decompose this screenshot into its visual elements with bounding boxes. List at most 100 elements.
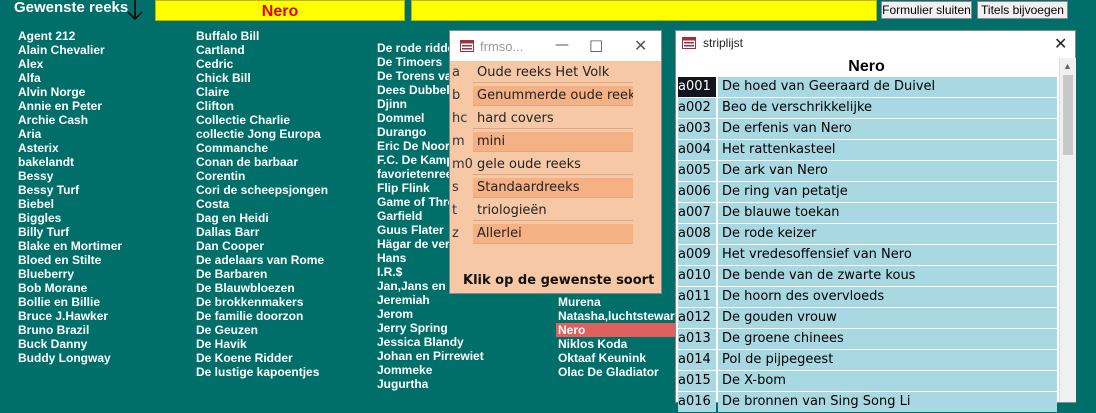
list-row[interactable]: a001 De hoed van Geeraard de Duivel (678, 77, 1057, 98)
close-icon[interactable]: ✕ (1054, 34, 1067, 53)
sort-option-label[interactable]: gele oude reeks (473, 155, 633, 175)
close-form-button[interactable]: Formulier sluiten (881, 1, 972, 19)
album-title[interactable]: Pol de pijpegeest (718, 350, 1057, 370)
series-item[interactable]: Blake en Mortimer (18, 239, 122, 253)
list-row[interactable]: a005 De ark van Nero (678, 161, 1057, 182)
series-item[interactable]: De adelaars van Rome (196, 253, 328, 267)
series-item[interactable]: Cedric (196, 57, 328, 71)
series-item[interactable]: Bruce J.Hawker (18, 309, 122, 323)
sort-option-label[interactable]: triologieën (473, 201, 633, 221)
series-item[interactable]: Jerom (377, 307, 522, 321)
series-item[interactable]: Dan Cooper (196, 239, 328, 253)
series-item[interactable]: Bessy Turf (18, 183, 122, 197)
album-code[interactable]: a008 (678, 224, 716, 244)
series-item[interactable]: Jerry Spring (377, 321, 522, 335)
series-item[interactable]: Alain Chevalier (18, 43, 122, 57)
series-item[interactable]: De brokkenmakers (196, 295, 328, 309)
sort-option[interactable]: m mini (450, 132, 661, 153)
series-item[interactable]: Buffalo Bill (196, 29, 328, 43)
series-item[interactable]: Asterix (18, 141, 122, 155)
series-item[interactable]: Buck Danny (18, 337, 122, 351)
series-item[interactable]: Dallas Barr (196, 225, 328, 239)
series-item[interactable]: Jessica Blandy (377, 335, 522, 349)
series-item[interactable]: Costa (196, 197, 328, 211)
album-code[interactable]: a005 (678, 161, 716, 181)
series-item[interactable]: Agent 212 (18, 29, 122, 43)
empty-field[interactable] (411, 0, 877, 21)
series-item[interactable]: De Barbaren (196, 267, 328, 281)
series-item[interactable]: Alfa (18, 71, 122, 85)
sort-option[interactable]: m0 gele oude reeks (450, 155, 661, 176)
album-code[interactable]: a009 (678, 245, 716, 265)
album-code[interactable]: a010 (678, 266, 716, 286)
list-row[interactable]: a007 De blauwe toekan (678, 203, 1057, 224)
series-item[interactable]: Bloed en Stilte (18, 253, 122, 267)
sort-option-label[interactable]: hard covers (473, 109, 633, 129)
series-item[interactable]: Cartland (196, 43, 328, 57)
series-item[interactable]: Jommeke (377, 363, 522, 377)
series-item[interactable]: De Koene Ridder (196, 351, 328, 365)
list-row[interactable]: a008 De rode keizer (678, 224, 1057, 245)
series-item[interactable]: Biggles (18, 211, 122, 225)
album-title[interactable]: De erfenis van Nero (718, 119, 1057, 139)
series-item[interactable]: Jeremiah (377, 293, 522, 307)
list-row[interactable]: a011 De hoorn des overvloeds (678, 287, 1057, 308)
album-title[interactable]: Beo de verschrikkelijke (718, 98, 1057, 118)
series-item[interactable]: Corentin (196, 169, 328, 183)
series-item[interactable]: Aria (18, 127, 122, 141)
album-title[interactable]: De X-bom (718, 371, 1057, 391)
scroll-up-icon[interactable]: ▲ (1063, 61, 1072, 71)
series-item[interactable]: Bob Morane (18, 281, 122, 295)
list-row[interactable]: a009 Het vredesoffensief van Nero (678, 245, 1057, 266)
sort-option[interactable]: a Oude reeks Het Volk (450, 63, 661, 84)
list-row[interactable]: a014 Pol de pijpegeest (678, 350, 1057, 371)
album-title[interactable]: De ring van petatje (718, 182, 1057, 202)
selected-series-field[interactable]: Nero (155, 0, 405, 21)
sort-option[interactable]: z Allerlei (450, 224, 661, 245)
series-item[interactable]: Bollie en Billie (18, 295, 122, 309)
series-item[interactable]: Blueberry (18, 267, 122, 281)
album-title[interactable]: Het vredesoffensief van Nero (718, 245, 1057, 265)
album-title[interactable]: De gouden vrouw (718, 308, 1057, 328)
album-code[interactable]: a006 (678, 182, 716, 202)
list-row[interactable]: a003 De erfenis van Nero (678, 119, 1057, 140)
album-title[interactable]: Het rattenkasteel (718, 140, 1057, 160)
album-code[interactable]: a004 (678, 140, 716, 160)
list-row[interactable]: a002 Beo de verschrikkelijke (678, 98, 1057, 119)
series-item[interactable]: Bruno Brazil (18, 323, 122, 337)
list-row[interactable]: a010 De bende van de zwarte kous (678, 266, 1057, 287)
minimize-icon[interactable]: — (555, 37, 569, 53)
album-code[interactable]: a014 (678, 350, 716, 370)
series-item[interactable]: De familie doorzon (196, 309, 328, 323)
series-item[interactable]: De Blauwbloezen (196, 281, 328, 295)
series-item[interactable]: Biebel (18, 197, 122, 211)
list-row[interactable]: a004 Het rattenkasteel (678, 140, 1057, 161)
series-item[interactable]: Billy Turf (18, 225, 122, 239)
album-title[interactable]: De groene chinees (718, 329, 1057, 349)
series-item[interactable]: Alvin Norge (18, 85, 122, 99)
series-item[interactable]: Cori de scheepsjongen (196, 183, 328, 197)
album-code[interactable]: a002 (678, 98, 716, 118)
series-item[interactable]: De Geuzen (196, 323, 328, 337)
series-item[interactable]: Commanche (196, 141, 328, 155)
series-item[interactable]: De lustige kapoentjes (196, 365, 328, 379)
album-title[interactable]: De bronnen van Sing Song Li (718, 392, 1057, 412)
album-code[interactable]: a001 (678, 77, 716, 97)
sort-option-label[interactable]: Allerlei (473, 224, 633, 244)
series-item[interactable]: Buddy Longway (18, 351, 122, 365)
album-code[interactable]: a003 (678, 119, 716, 139)
album-title[interactable]: De rode keizer (718, 224, 1057, 244)
series-item[interactable]: Annie en Peter (18, 99, 122, 113)
series-item[interactable]: Nero (556, 323, 678, 337)
series-item[interactable]: bakelandt (18, 155, 122, 169)
series-item[interactable]: Dag en Heidi (196, 211, 328, 225)
album-title[interactable]: De blauwe toekan (718, 203, 1057, 223)
series-item[interactable]: collectie Jong Europa (196, 127, 328, 141)
list-row[interactable]: a012 De gouden vrouw (678, 308, 1057, 329)
vertical-scrollbar[interactable]: ▲ (1059, 58, 1076, 402)
album-code[interactable]: a015 (678, 371, 716, 391)
album-code[interactable]: a007 (678, 203, 716, 223)
close-icon[interactable]: ✕ (634, 36, 647, 55)
album-code[interactable]: a012 (678, 308, 716, 328)
series-item[interactable]: Chick Bill (196, 71, 328, 85)
